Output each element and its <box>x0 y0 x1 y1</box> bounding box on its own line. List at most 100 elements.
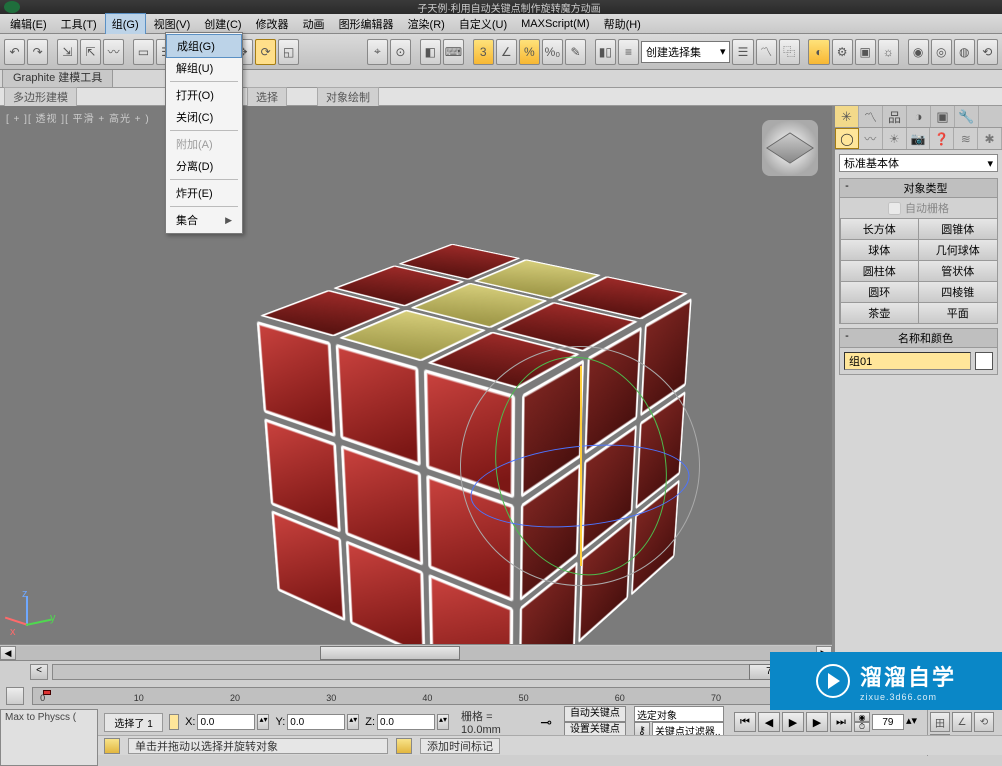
timeline-config-button[interactable] <box>6 687 24 705</box>
menu-item-close[interactable]: 关闭(C) <box>166 106 242 128</box>
type-tube[interactable]: 管状体 <box>918 260 998 282</box>
snap-toggle-button[interactable]: 3 <box>473 39 494 65</box>
unlink-button[interactable]: ⇱ <box>80 39 101 65</box>
coord-z-spinner[interactable]: ▴▾ <box>437 714 449 730</box>
orbit-button[interactable]: ⟲ <box>974 712 994 732</box>
render-setup-button[interactable]: ⚙ <box>832 39 853 65</box>
coord-x-spinner[interactable]: ▴▾ <box>257 714 269 730</box>
align-button[interactable]: ≡ <box>618 39 639 65</box>
coord-y-spinner[interactable]: ▴▾ <box>347 714 359 730</box>
ref-coord-button[interactable]: ⌖ <box>367 39 388 65</box>
menu-group[interactable]: 组(G) <box>105 13 146 35</box>
fov-button[interactable]: ∠ <box>952 712 972 732</box>
sub-cameras[interactable]: 📷 <box>907 128 931 149</box>
tab-motion[interactable]: ◑ <box>907 106 931 127</box>
angle-snap-button[interactable]: ∠ <box>496 39 517 65</box>
sub-helpers[interactable]: ❓ <box>930 128 954 149</box>
render-frame-button[interactable]: ▣ <box>855 39 876 65</box>
named-selection-dropdown[interactable]: 创建选择集▾ <box>641 41 731 63</box>
autogrid-checkbox[interactable]: 自动栅格 <box>840 198 997 218</box>
tab-display[interactable]: ▣ <box>931 106 955 127</box>
ribbon-subtab-polymodel[interactable]: 多边形建模 <box>4 87 77 107</box>
maxscript-listener[interactable]: Max to Physcs ( <box>0 709 98 766</box>
menu-modifiers[interactable]: 修改器 <box>250 14 295 34</box>
prev-frame-button[interactable]: ◀ <box>758 712 780 732</box>
menu-animation[interactable]: 动画 <box>297 14 331 34</box>
type-cylinder[interactable]: 圆柱体 <box>840 260 920 282</box>
type-torus[interactable]: 圆环 <box>840 281 920 303</box>
selection-lock-button[interactable] <box>169 714 179 730</box>
menu-render[interactable]: 渲染(R) <box>402 14 451 34</box>
spinner-snap-button[interactable]: %₀ <box>542 39 563 65</box>
goto-start-button[interactable]: ⏮ <box>734 712 756 732</box>
menu-item-open[interactable]: 打开(O) <box>166 84 242 106</box>
link-button[interactable]: ⇲ <box>57 39 78 65</box>
type-sphere[interactable]: 球体 <box>840 239 920 261</box>
lock-icon[interactable]: ⊸ <box>540 714 552 731</box>
menu-edit[interactable]: 编辑(E) <box>4 14 53 34</box>
ribbon-section-objpaint[interactable]: 对象绘制 <box>317 87 379 107</box>
rollout-title-object-type[interactable]: 对象类型 <box>854 180 997 196</box>
viewport-perspective[interactable]: [ + ][ 透视 ][ 平滑 + 高光 + ) <box>0 106 834 660</box>
scroll-left-icon[interactable]: ◀ <box>0 646 16 660</box>
sub-spacewarps[interactable]: ≋ <box>954 128 978 149</box>
rotate-button[interactable]: ⟳ <box>255 39 276 65</box>
tab-create[interactable]: ✳ <box>835 106 859 127</box>
curve-editor-button[interactable]: 〽 <box>756 39 777 65</box>
select-manip-button[interactable]: ◧ <box>420 39 441 65</box>
render-active-button[interactable]: ◍ <box>954 39 975 65</box>
object-name-input[interactable]: 组01 <box>844 352 971 370</box>
scroll-thumb[interactable] <box>320 646 460 660</box>
redo-button[interactable]: ↷ <box>27 39 48 65</box>
render-button[interactable]: ☼ <box>878 39 899 65</box>
undo-button[interactable]: ↶ <box>4 39 25 65</box>
next-frame-button[interactable]: ▶ <box>806 712 828 732</box>
viewcube[interactable] <box>762 120 818 176</box>
menu-help[interactable]: 帮助(H) <box>598 14 647 34</box>
coord-y-input[interactable] <box>287 714 345 730</box>
add-time-tag[interactable]: 添加时间标记 <box>420 738 500 754</box>
render-prod-button[interactable]: ◉ <box>908 39 929 65</box>
sub-shapes[interactable]: 〰 <box>859 128 883 149</box>
menu-maxscript[interactable]: MAXScript(M) <box>515 16 595 32</box>
coord-x-input[interactable] <box>197 714 255 730</box>
layers-button[interactable]: ☰ <box>732 39 753 65</box>
material-editor-button[interactable]: ◐ <box>808 39 829 65</box>
scene-rubiks-cube[interactable] <box>290 236 690 656</box>
use-pivot-button[interactable]: ⊙ <box>390 39 411 65</box>
frame-spinner[interactable]: ▴▾ <box>906 714 917 730</box>
rollout-title-name-color[interactable]: 名称和颜色 <box>854 330 997 346</box>
render-last-button[interactable]: ⟲ <box>977 39 998 65</box>
sub-geometry[interactable]: ◯ <box>835 128 859 149</box>
tab-modify[interactable]: 〽 <box>859 106 883 127</box>
timeslider-prev[interactable]: < <box>30 664 48 680</box>
tab-utilities[interactable]: 🔧 <box>955 106 979 127</box>
menu-item-ungroup[interactable]: 解组(U) <box>166 57 242 79</box>
zoom-all-button[interactable]: 田 <box>930 712 950 732</box>
menu-tools[interactable]: 工具(T) <box>55 14 103 34</box>
menu-create[interactable]: 创建(C) <box>198 14 247 34</box>
schematic-view-button[interactable]: ⿻ <box>779 39 800 65</box>
tab-hierarchy[interactable]: 品 <box>883 106 907 127</box>
menu-customize[interactable]: 自定义(U) <box>453 14 513 34</box>
type-cone[interactable]: 圆锥体 <box>918 218 998 240</box>
scale-button[interactable]: ◱ <box>278 39 299 65</box>
select-button[interactable]: ▭ <box>133 39 154 65</box>
ribbon-section-selection[interactable]: 选择 <box>247 87 287 107</box>
play-button[interactable]: ▶ <box>782 712 804 732</box>
menu-item-group[interactable]: 成组(G) <box>166 34 242 58</box>
mirror-button[interactable]: ▮▯ <box>595 39 616 65</box>
menu-grapheditors[interactable]: 图形编辑器 <box>333 14 400 34</box>
time-config-button[interactable]: ⏱ <box>854 722 870 732</box>
key-mode-button[interactable]: ◉ <box>854 712 870 722</box>
type-pyramid[interactable]: 四棱锥 <box>918 281 998 303</box>
edit-named-sel-button[interactable]: ✎ <box>565 39 586 65</box>
menu-item-explode[interactable]: 炸开(E) <box>166 182 242 204</box>
percent-snap-button[interactable]: % <box>519 39 540 65</box>
keyboard-shortcut-button[interactable]: ⌨ <box>443 39 464 65</box>
sub-systems[interactable]: ✱ <box>978 128 1002 149</box>
type-box[interactable]: 长方体 <box>840 218 920 240</box>
viewport-hscrollbar[interactable]: ◀ ▶ <box>0 644 832 660</box>
goto-end-button[interactable]: ⏭ <box>830 712 852 732</box>
viewport-label[interactable]: [ + ][ 透视 ][ 平滑 + 高光 + ) <box>6 110 150 125</box>
